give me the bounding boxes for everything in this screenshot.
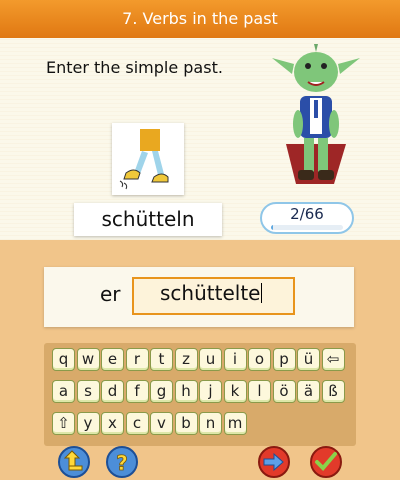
key-b[interactable]: b — [174, 412, 198, 435]
key-a[interactable]: a — [52, 380, 75, 403]
svg-text:?: ? — [116, 451, 128, 475]
key-t[interactable]: t — [150, 348, 173, 371]
key-k[interactable]: k — [223, 380, 247, 403]
next-arrow-icon — [263, 452, 284, 472]
shaking-feet-illustration — [119, 129, 169, 190]
backspace-key[interactable]: ⇦ — [321, 348, 345, 371]
key-p[interactable]: p — [272, 348, 296, 371]
key-ä[interactable]: ä — [297, 380, 320, 403]
key-s[interactable]: s — [76, 380, 100, 403]
key-w[interactable]: w — [76, 348, 100, 371]
key-l[interactable]: l — [248, 380, 271, 403]
key-u[interactable]: u — [199, 348, 222, 371]
key-g[interactable]: g — [150, 380, 173, 403]
key-f[interactable]: f — [125, 380, 149, 403]
check-icon — [315, 452, 337, 471]
progress-count: 2/66 — [290, 205, 324, 223]
back-button[interactable] — [58, 446, 90, 478]
next-button[interactable] — [258, 446, 290, 478]
check-button[interactable] — [310, 446, 342, 478]
key-v[interactable]: v — [150, 412, 173, 435]
key-i[interactable]: i — [223, 348, 247, 371]
key-d[interactable]: d — [101, 380, 124, 403]
key-n[interactable]: n — [199, 412, 222, 435]
key-q[interactable]: q — [52, 348, 75, 371]
page-title: 7. Verbs in the past — [122, 9, 278, 28]
progress-bar-fill — [271, 225, 274, 230]
text-caret — [261, 283, 263, 303]
shift-key[interactable]: ⇧ — [52, 412, 75, 435]
key-o[interactable]: o — [248, 348, 271, 371]
key-c[interactable]: c — [125, 412, 149, 435]
progress-bar — [271, 225, 343, 230]
key-ö[interactable]: ö — [272, 380, 296, 403]
key-ß[interactable]: ß — [321, 380, 345, 403]
answer-value: schüttelte — [160, 281, 263, 305]
pronoun-label: er — [100, 282, 121, 306]
goblin-mascot — [268, 44, 364, 199]
back-arrow-icon — [63, 450, 83, 471]
help-icon: ? — [116, 451, 128, 476]
key-h[interactable]: h — [174, 380, 198, 403]
key-y[interactable]: y — [76, 412, 100, 435]
key-e[interactable]: e — [101, 348, 124, 371]
instruction-text: Enter the simple past. — [46, 58, 223, 77]
key-ü[interactable]: ü — [297, 348, 320, 371]
verb-illustration-card — [112, 123, 184, 195]
key-m[interactable]: m — [223, 412, 247, 435]
key-z[interactable]: z — [174, 348, 198, 371]
key-j[interactable]: j — [199, 380, 222, 403]
infinitive-word: schütteln — [101, 207, 195, 231]
key-r[interactable]: r — [125, 348, 149, 371]
help-button[interactable]: ? — [106, 446, 138, 478]
key-x[interactable]: x — [101, 412, 124, 435]
